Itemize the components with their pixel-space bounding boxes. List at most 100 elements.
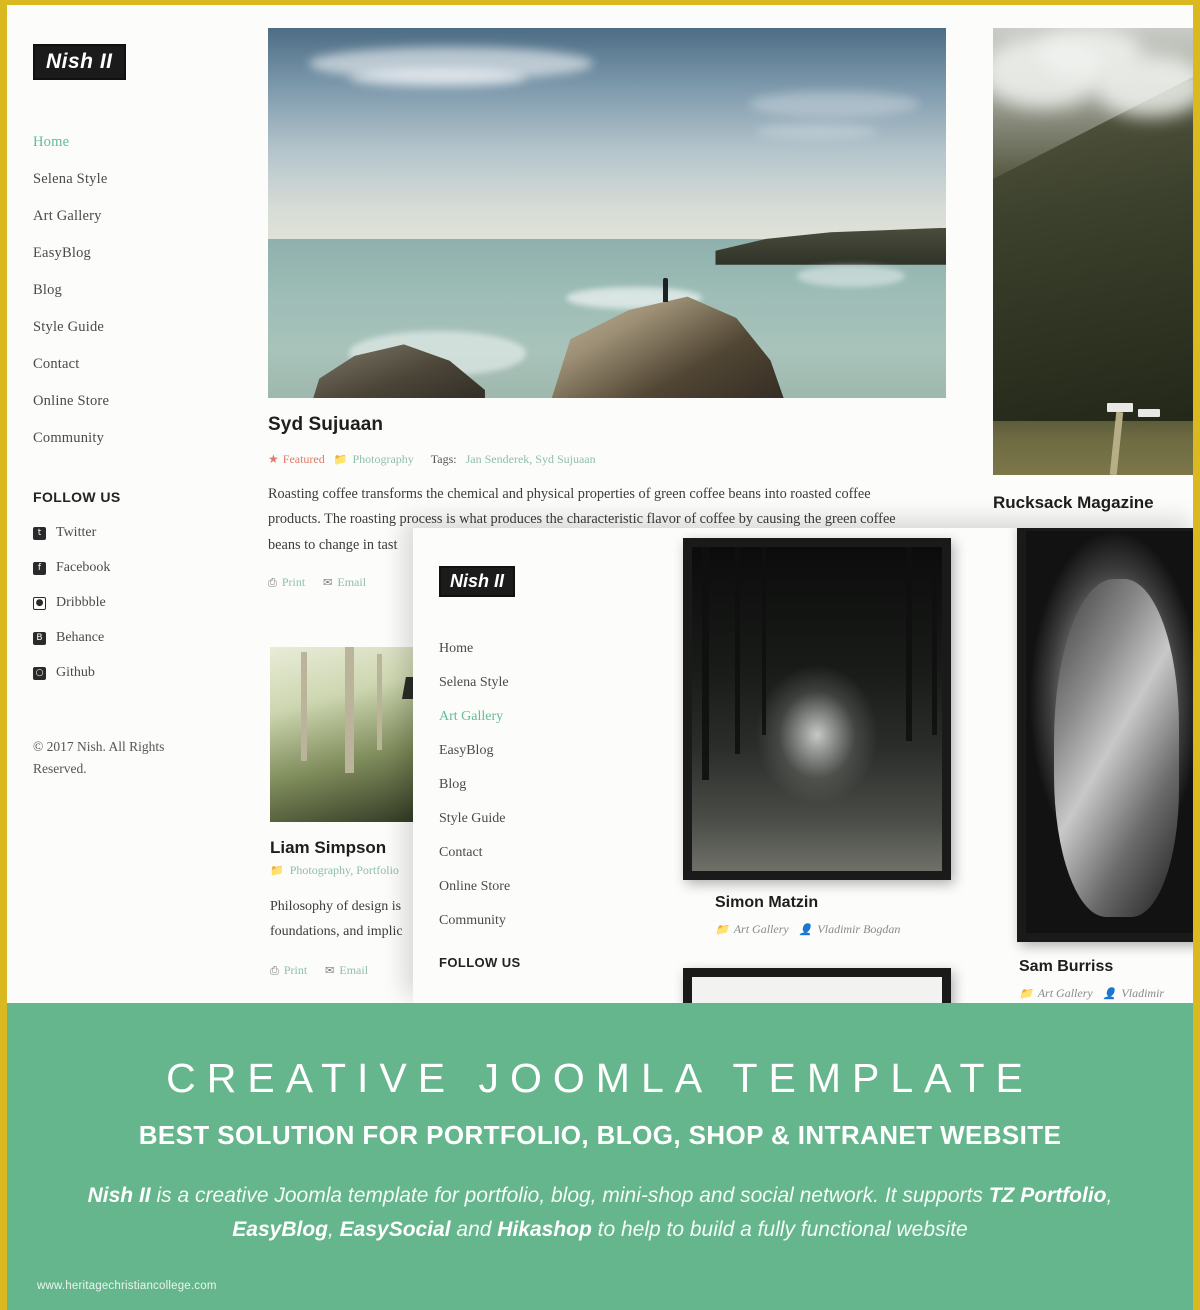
front-main-navigation: Home Selena Style Art Gallery EasyBlog B… bbox=[439, 641, 609, 929]
user-icon: 👤 bbox=[798, 923, 813, 936]
tree-trunk bbox=[377, 654, 383, 751]
article-title[interactable]: Syd Sujuaan bbox=[268, 414, 383, 436]
print-button[interactable]: ⎙ Print bbox=[268, 575, 305, 590]
email-button[interactable]: ✉ Email bbox=[325, 963, 368, 978]
featured-label: Featured bbox=[282, 452, 325, 466]
sidebar-item-selena-style[interactable]: Selena Style bbox=[33, 171, 233, 188]
folder-icon: 📁 bbox=[270, 864, 284, 877]
social-label: Github bbox=[56, 665, 95, 680]
tree-branch bbox=[932, 572, 937, 735]
sidebar-item-community[interactable]: Community bbox=[33, 430, 233, 447]
article2-title[interactable]: Liam Simpson bbox=[270, 838, 386, 858]
camper-van bbox=[1106, 403, 1133, 413]
promo-banner: CREATIVE JOOMLA TEMPLATE BEST SOLUTION F… bbox=[7, 1003, 1193, 1310]
sidebar-item-contact[interactable]: Contact bbox=[33, 356, 233, 373]
gallery-item-meta-simon-matzin: 📁 Art Gallery 👤 Vladimir Bogdan bbox=[715, 922, 900, 937]
main-navigation: Home Selena Style Art Gallery EasyBlog B… bbox=[33, 134, 233, 447]
envelope-icon: ✉ bbox=[323, 576, 333, 589]
right-card-title[interactable]: Rucksack Magazine bbox=[993, 493, 1154, 513]
social-link-twitter[interactable]: t Twitter bbox=[33, 525, 233, 541]
cloud-shape bbox=[756, 124, 879, 139]
category-link[interactable]: 📁 Art Gallery bbox=[715, 922, 789, 937]
category-label: Art Gallery bbox=[1037, 986, 1093, 1000]
dribbble-icon: ● bbox=[33, 596, 46, 610]
hero-photo-coastal-cliff[interactable] bbox=[268, 28, 946, 398]
dirt-track bbox=[1109, 412, 1124, 475]
folder-icon: 📁 bbox=[1019, 987, 1033, 1000]
social-label: Facebook bbox=[56, 560, 111, 575]
article2-meta[interactable]: 📁 Photography, Portfolio bbox=[270, 863, 399, 878]
cloud-shape bbox=[749, 90, 919, 117]
sidebar-item-blog[interactable]: Blog bbox=[33, 282, 233, 299]
tree-trunk bbox=[344, 647, 354, 773]
foam-shape bbox=[796, 264, 906, 287]
gallery-frame-simon-matzin[interactable] bbox=[683, 538, 951, 880]
category-label: Art Gallery bbox=[733, 922, 789, 936]
print-button[interactable]: ⎙ Print bbox=[270, 963, 307, 978]
gallery-photo-bw-portrait bbox=[1026, 531, 1200, 933]
portrait-image bbox=[1026, 531, 1200, 933]
sidebar-item-easyblog[interactable]: EasyBlog bbox=[439, 743, 609, 759]
promo-bold-term: EasyBlog bbox=[232, 1218, 328, 1242]
social-link-dribbble[interactable]: ● Dribbble bbox=[33, 595, 233, 611]
social-link-github[interactable]: ○ Github bbox=[33, 665, 233, 681]
github-icon: ○ bbox=[33, 666, 46, 680]
promo-subheadline: BEST SOLUTION FOR PORTFOLIO, BLOG, SHOP … bbox=[138, 1120, 1062, 1150]
author-link[interactable]: 👤 Vladimir bbox=[1103, 986, 1164, 1001]
email-button[interactable]: ✉ Email bbox=[323, 575, 366, 590]
behance-icon: B bbox=[33, 631, 46, 645]
site-logo[interactable]: Nish II bbox=[33, 44, 126, 80]
social-link-facebook[interactable]: f Facebook bbox=[33, 560, 233, 576]
article-meta: ★ Featured 📁 Photography Tags: Jan Sende… bbox=[268, 452, 596, 467]
sidebar-item-style-guide[interactable]: Style Guide bbox=[33, 319, 233, 336]
front-browser-page: Nish II Home Selena Style Art Gallery Ea… bbox=[413, 528, 1200, 1005]
sidebar-item-selena-style[interactable]: Selena Style bbox=[439, 675, 609, 691]
tree-trunk bbox=[300, 652, 307, 761]
sidebar-item-online-store[interactable]: Online Store bbox=[33, 393, 233, 410]
gallery-frame-sam-burriss[interactable] bbox=[1017, 528, 1200, 942]
article2-category: Photography, Portfolio bbox=[289, 863, 399, 877]
sidebar-item-style-guide[interactable]: Style Guide bbox=[439, 811, 609, 827]
category-label: Photography bbox=[352, 452, 414, 466]
category-link[interactable]: 📁 Art Gallery bbox=[1019, 986, 1093, 1001]
sidebar-item-home[interactable]: Home bbox=[33, 134, 233, 151]
print-label: Print bbox=[283, 963, 308, 977]
copyright-text: © 2017 Nish. All Rights Reserved. bbox=[33, 739, 165, 777]
gallery-frame-partial[interactable] bbox=[683, 968, 951, 1005]
card-photo-mountain[interactable] bbox=[993, 28, 1200, 475]
printer-icon: ⎙ bbox=[268, 575, 277, 589]
author-link[interactable]: 👤 Vladimir Bogdan bbox=[799, 922, 901, 937]
social-label: Twitter bbox=[56, 525, 97, 540]
tags-value[interactable]: Jan Senderek, Syd Sujuaan bbox=[466, 452, 596, 467]
sidebar-item-art-gallery[interactable]: Art Gallery bbox=[33, 208, 233, 225]
tree-branch bbox=[906, 547, 912, 742]
tree-branch bbox=[702, 547, 709, 781]
category-link[interactable]: 📁 Photography bbox=[334, 452, 414, 467]
article-actions: ⎙ Print ✉ Email bbox=[268, 575, 366, 590]
gallery-item-title-simon-matzin[interactable]: Simon Matzin bbox=[715, 894, 818, 912]
mist-shape bbox=[1038, 28, 1143, 78]
promo-bold-term: TZ Portfolio bbox=[988, 1184, 1107, 1207]
site-logo[interactable]: Nish II bbox=[439, 566, 516, 597]
user-icon: 👤 bbox=[1102, 987, 1117, 1000]
sidebar-item-blog[interactable]: Blog bbox=[439, 777, 609, 793]
folder-icon: 📁 bbox=[715, 923, 729, 936]
promo-bold-term: Nish II bbox=[87, 1184, 151, 1207]
sidebar-item-online-store[interactable]: Online Store bbox=[439, 879, 609, 895]
person-silhouette bbox=[662, 277, 668, 302]
social-label: Behance bbox=[56, 630, 105, 645]
sidebar-item-contact[interactable]: Contact bbox=[439, 845, 609, 861]
mountain-slope bbox=[993, 63, 1200, 422]
sidebar-item-easyblog[interactable]: EasyBlog bbox=[33, 245, 233, 262]
gallery-item-title-sam-burriss[interactable]: Sam Burriss bbox=[1019, 958, 1113, 976]
sidebar-item-art-gallery[interactable]: Art Gallery bbox=[439, 709, 609, 725]
sidebar-item-home[interactable]: Home bbox=[439, 641, 609, 657]
camper-van bbox=[1137, 408, 1160, 417]
sidebar-item-community[interactable]: Community bbox=[439, 913, 609, 929]
envelope-icon: ✉ bbox=[325, 964, 335, 977]
folder-icon: 📁 bbox=[333, 453, 348, 466]
social-link-behance[interactable]: B Behance bbox=[33, 630, 233, 646]
featured-badge[interactable]: ★ Featured bbox=[268, 452, 325, 467]
promo-headline: CREATIVE JOOMLA TEMPLATE bbox=[166, 1055, 1034, 1101]
promo-bold-term: EasySocial bbox=[339, 1218, 451, 1242]
